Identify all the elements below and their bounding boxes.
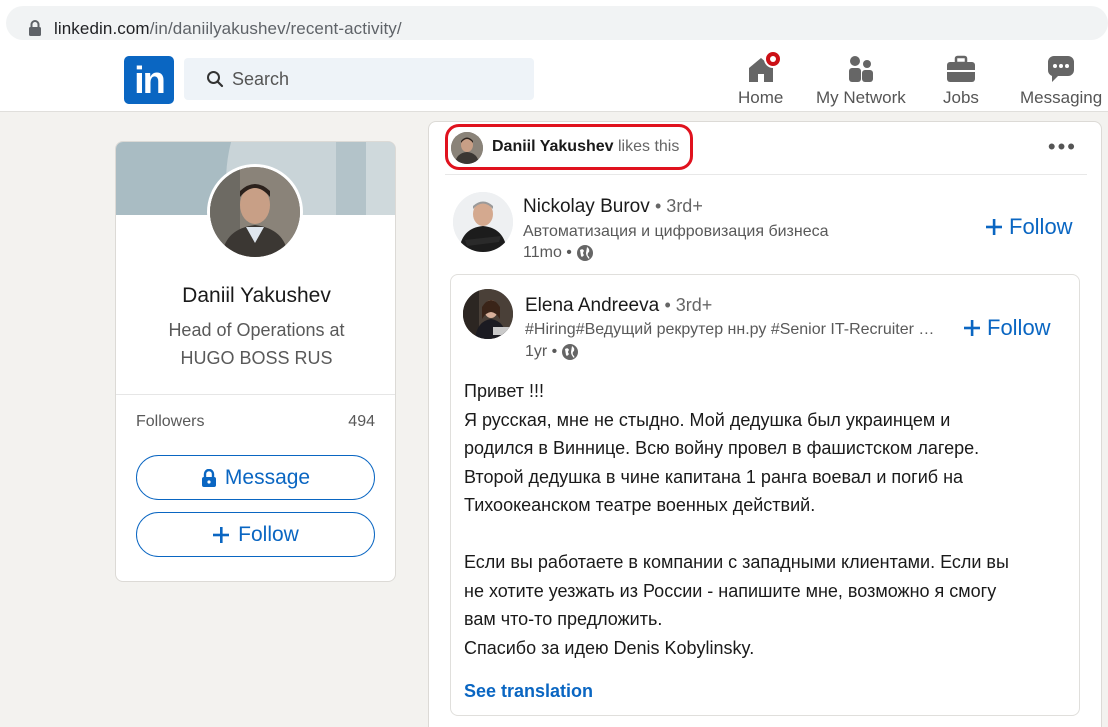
nav-home-label: Home (738, 88, 784, 107)
author-follow-button[interactable]: Follow (985, 214, 1073, 240)
message-button-label: Message (224, 465, 311, 489)
url-host: linkedin.com (54, 19, 150, 38)
connection-degree: • 3rd+ (664, 295, 713, 315)
plus-icon (213, 526, 230, 543)
author-name[interactable]: Nickolay Burov • 3rd+ (523, 196, 703, 218)
nav-messaging-label: Messaging (1020, 88, 1103, 107)
profile-name: Daniil Yakushev (182, 284, 331, 307)
address-field[interactable]: linkedin.com/in/daniilyakushev/recent-ac… (6, 6, 1108, 40)
connection-degree: • 3rd+ (655, 196, 703, 216)
globe-icon (576, 245, 593, 261)
shared-follow-label: Follow (987, 315, 1051, 340)
shared-author-headline: #Hiring#Ведущий рекрутер нн.ру #Senior I… (525, 321, 935, 338)
briefcase-icon (944, 52, 978, 86)
nav-my-network-label: My Network (816, 88, 906, 107)
top-nav: in Home My Network (0, 46, 1108, 112)
profile-avatar[interactable] (207, 164, 303, 260)
nav-jobs[interactable]: Jobs (943, 52, 979, 108)
notification-badge (763, 50, 782, 68)
nav-messaging[interactable]: Messaging (1020, 52, 1102, 108)
author-headline: Автоматизация и цифровизация бизнеса (523, 223, 829, 240)
author-follow-label: Follow (1009, 214, 1073, 239)
linkedin-logo[interactable]: in (124, 56, 174, 104)
search-box[interactable] (184, 58, 534, 100)
shared-post-time-text: 1yr • (525, 343, 558, 360)
see-translation-link[interactable]: See translation (464, 681, 593, 702)
plus-icon (986, 219, 1002, 235)
profile-follow-button[interactable]: Follow (136, 512, 375, 557)
shared-author-follow-button[interactable]: Follow (963, 315, 1051, 341)
message-button[interactable]: Message (136, 455, 375, 500)
activity-action: likes this (618, 138, 680, 155)
activity-name[interactable]: Daniil Yakushev (492, 138, 614, 155)
nav-my-network[interactable]: My Network (816, 52, 906, 108)
nav-jobs-label: Jobs (943, 88, 979, 107)
plus-icon (964, 320, 980, 336)
shared-author-name[interactable]: Elena Andreeva • 3rd+ (525, 295, 712, 317)
shared-author-avatar[interactable] (463, 289, 513, 339)
url-path: /in/daniilyakushev/recent-activity/ (149, 19, 402, 38)
post-time-text: 11mo • (523, 244, 572, 261)
author-name-text: Nickolay Burov (523, 196, 650, 217)
my-network-icon (844, 52, 878, 86)
activity-avatar[interactable] (451, 132, 483, 164)
feed-post: Daniil Yakushev likes this ••• Nickolay … (428, 121, 1102, 727)
author-avatar[interactable] (453, 192, 513, 252)
shared-author-name-text: Elena Andreeva (525, 295, 660, 316)
search-input[interactable] (232, 66, 512, 92)
shared-post-time: 1yr • (525, 343, 579, 361)
profile-headline: Head of Operations at HUGO BOSS RUS (168, 320, 345, 368)
lock-icon (201, 468, 216, 487)
globe-icon (562, 344, 579, 360)
more-options-icon[interactable]: ••• (1048, 136, 1077, 158)
url-text: linkedin.com/in/daniilyakushev/recent-ac… (54, 19, 402, 39)
divider (445, 174, 1087, 175)
post-time: 11mo • (523, 244, 594, 262)
followers-label: Followers (136, 413, 205, 430)
browser-address-bar: linkedin.com/in/daniilyakushev/recent-ac… (0, 0, 1108, 46)
followers-count: 494 (348, 413, 375, 430)
profile-card: Daniil Yakushev Head of Operations at HU… (115, 141, 396, 582)
profile-follow-label: Follow (238, 522, 299, 546)
home-icon (744, 50, 782, 86)
search-icon (207, 71, 224, 88)
activity-header: Daniil Yakushev likes this (492, 138, 679, 156)
nav-home[interactable]: Home (738, 50, 784, 108)
messaging-icon (1044, 52, 1078, 86)
shared-post[interactable]: Elena Andreeva • 3rd+ #Hiring#Ведущий ре… (450, 274, 1080, 716)
divider (116, 394, 395, 395)
post-body: Привет !!! Я русская, мне не стыдно. Мой… (464, 381, 1009, 658)
lock-icon (29, 20, 41, 36)
